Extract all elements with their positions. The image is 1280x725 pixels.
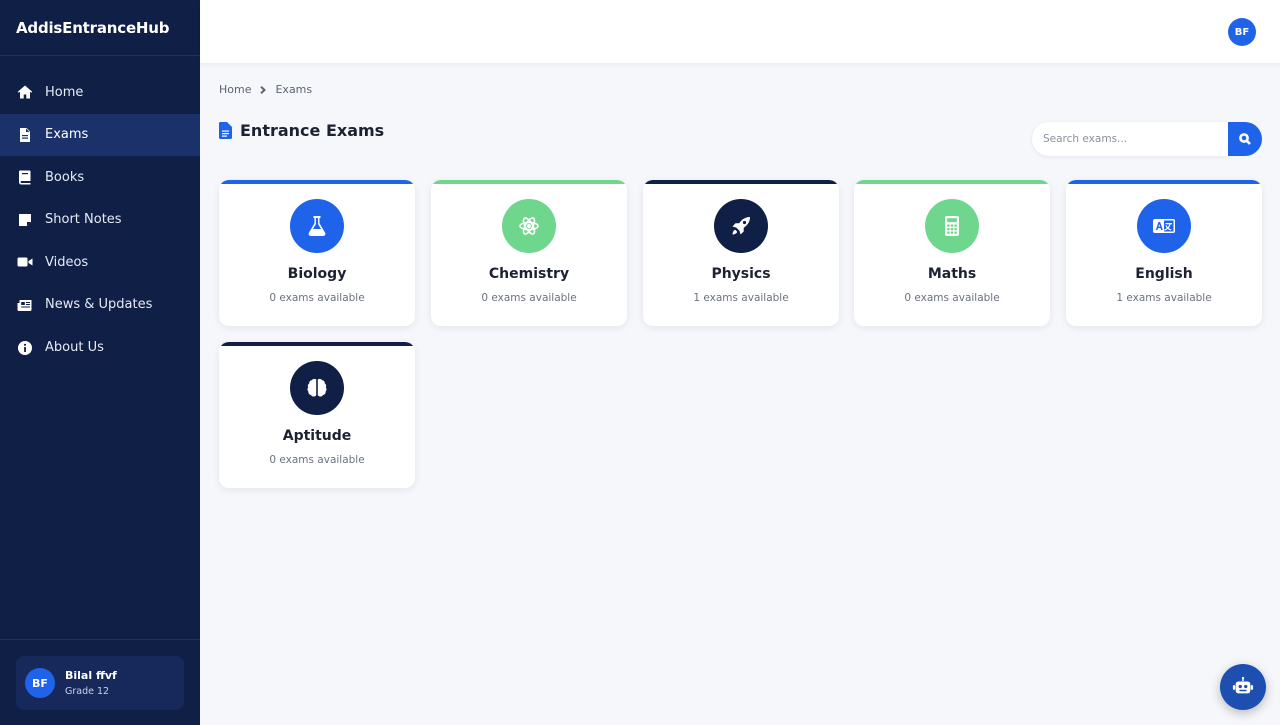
- calculator-icon: [925, 199, 979, 253]
- exam-count: 1 exams available: [1116, 292, 1212, 304]
- exam-count: 0 exams available: [269, 292, 365, 304]
- sidebar-item-label: Books: [45, 169, 85, 185]
- sidebar-item-label: Exams: [45, 127, 89, 143]
- document-icon: [17, 127, 33, 143]
- search-icon: [1239, 133, 1251, 145]
- sidebar-item-exams[interactable]: Exams: [0, 113, 200, 156]
- robot-icon: [1232, 676, 1254, 694]
- subject-card-maths[interactable]: Maths 0 exams available: [854, 180, 1050, 326]
- sidebar-item-news[interactable]: News & Updates: [0, 284, 200, 326]
- exam-count: 0 exams available: [269, 454, 365, 466]
- avatar-button[interactable]: BF: [1228, 18, 1256, 46]
- subject-title: Physics: [711, 266, 771, 282]
- user-name: Bilal ffvf: [65, 669, 117, 682]
- card-accent-bar: [431, 180, 627, 184]
- sidebar-footer: BF Bilal ffvf Grade 12: [0, 639, 200, 725]
- book-icon: [17, 169, 33, 185]
- atom-icon: [502, 199, 556, 253]
- brain-icon: [290, 361, 344, 415]
- video-icon: [17, 254, 33, 270]
- note-icon: [17, 212, 33, 228]
- subject-card-aptitude[interactable]: Aptitude 0 exams available: [219, 342, 415, 488]
- subject-title: English: [1135, 266, 1193, 282]
- subject-card-english[interactable]: English 1 exams available: [1066, 180, 1262, 326]
- card-accent-bar: [643, 180, 839, 184]
- newspaper-icon: [17, 297, 33, 313]
- sidebar-item-videos[interactable]: Videos: [0, 241, 200, 283]
- user-grade: Grade 12: [65, 686, 110, 697]
- info-icon: [17, 340, 33, 356]
- chatbot-button[interactable]: [1220, 664, 1266, 710]
- sidebar: AddisEntranceHub Home Exams Books Short …: [0, 0, 200, 725]
- card-accent-bar: [219, 342, 415, 346]
- user-profile-card[interactable]: BF Bilal ffvf Grade 12: [16, 656, 184, 710]
- sidebar-item-label: Videos: [45, 254, 89, 270]
- sidebar-item-home[interactable]: Home: [0, 71, 200, 113]
- breadcrumb-home-link[interactable]: Home: [219, 83, 251, 96]
- subject-title: Chemistry: [488, 266, 570, 282]
- breadcrumb: Home Exams: [219, 83, 312, 96]
- exam-count: 0 exams available: [904, 292, 1000, 304]
- card-accent-bar: [1066, 180, 1262, 184]
- chevron-right-icon: [259, 85, 267, 94]
- subject-title: Aptitude: [282, 428, 352, 444]
- user-info: Bilal ffvf Grade 12: [65, 669, 117, 697]
- rocket-icon: [714, 199, 768, 253]
- search-button[interactable]: [1228, 122, 1262, 156]
- search-bar: [1032, 122, 1262, 156]
- subject-card-biology[interactable]: Biology 0 exams available: [219, 180, 415, 326]
- sidebar-item-short-notes[interactable]: Short Notes: [0, 199, 200, 241]
- sidebar-item-label: About Us: [45, 340, 104, 356]
- subject-title: Biology: [287, 266, 347, 282]
- exam-count: 0 exams available: [481, 292, 577, 304]
- card-accent-bar: [854, 180, 1050, 184]
- flask-icon: [290, 199, 344, 253]
- breadcrumb-current: Exams: [275, 83, 313, 96]
- sidebar-item-label: Home: [45, 84, 84, 100]
- sidebar-nav: Home Exams Books Short Notes Videos News…: [0, 71, 200, 369]
- sidebar-item-books[interactable]: Books: [0, 156, 200, 198]
- sidebar-item-about[interactable]: About Us: [0, 327, 200, 369]
- avatar: BF: [25, 668, 55, 698]
- sidebar-item-label: Short Notes: [45, 212, 122, 228]
- language-icon: [1137, 199, 1191, 253]
- card-accent-bar: [219, 180, 415, 184]
- sidebar-item-label: News & Updates: [45, 297, 153, 313]
- subject-title: Maths: [927, 266, 977, 282]
- brand-logo[interactable]: AddisEntranceHub: [0, 0, 200, 56]
- search-input[interactable]: [1032, 122, 1228, 156]
- document-icon: [219, 122, 232, 139]
- page-title: Entrance Exams: [219, 121, 384, 140]
- subject-card-physics[interactable]: Physics 1 exams available: [643, 180, 839, 326]
- topbar: BF: [200, 0, 1280, 63]
- subject-card-chemistry[interactable]: Chemistry 0 exams available: [431, 180, 627, 326]
- home-icon: [17, 84, 33, 100]
- page-title-text: Entrance Exams: [240, 121, 385, 140]
- exam-count: 1 exams available: [693, 292, 789, 304]
